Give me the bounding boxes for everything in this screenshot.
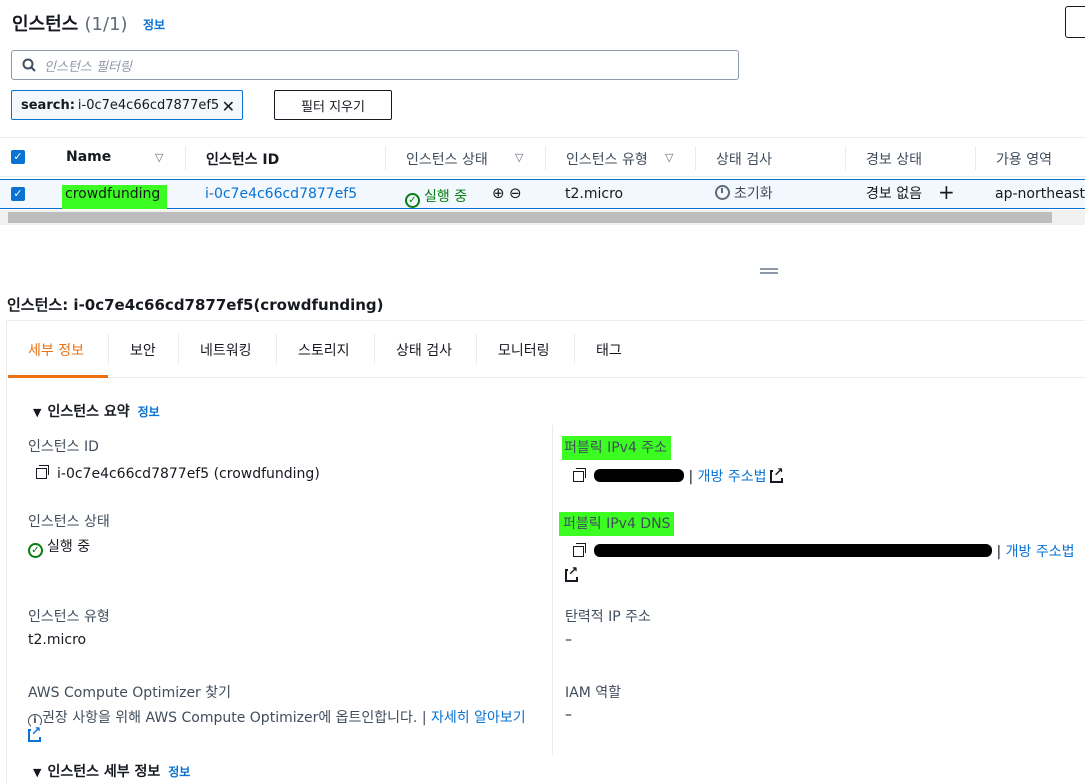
column-header-status-check[interactable]: 상태 검사 (716, 149, 772, 169)
table-row[interactable]: ✓ crowdfunding i-0c7e4c66cd7877ef5 ✓ 실행 중… (0, 179, 1085, 209)
state-label: 인스턴스 상태 (28, 514, 110, 530)
check-circle-icon: ✓ (28, 543, 43, 558)
public-dns-value: | 개방 주소법 (573, 541, 1074, 561)
info-link[interactable]: 정보 (138, 405, 160, 419)
type-label: 인스턴스 유형 (28, 609, 110, 625)
instance-count: (1/1) (84, 14, 128, 35)
public-dns-label: 퍼블릭 IPv4 DNS (559, 512, 675, 536)
instance-id-label: 인스턴스 ID (28, 439, 99, 455)
zoom-out-icon[interactable]: ⊖ (509, 184, 522, 202)
redacted-dns (594, 544, 992, 557)
token-value: i-0c7e4c66cd7877ef5 (77, 97, 220, 113)
redacted-ip (594, 469, 684, 482)
column-header-name[interactable]: Name (66, 149, 111, 165)
summary-section-title[interactable]: ▼ 인스턴스 요약 정보 (33, 401, 160, 421)
column-header-type[interactable]: 인스턴스 유형 (566, 149, 648, 169)
type-value: t2.micro (28, 632, 87, 648)
column-header-alarm[interactable]: 경보 상태 (866, 149, 922, 169)
row-checkbox[interactable]: ✓ (11, 187, 25, 201)
close-icon[interactable]: ✕ (222, 97, 235, 116)
copy-icon[interactable] (573, 543, 586, 557)
scrollbar-thumb[interactable] (8, 212, 1052, 223)
availability-zone: ap-northeast-2 (995, 186, 1085, 202)
sort-icon[interactable]: ▽ (515, 151, 523, 164)
alarm-status: 경보 없음 (866, 186, 922, 202)
sort-icon[interactable]: ▽ (665, 151, 673, 164)
state-value: ✓ 실행 중 (28, 536, 90, 558)
tab-security[interactable]: 보안 (130, 340, 156, 360)
column-header-az[interactable]: 가용 영역 (996, 149, 1052, 169)
open-address-link[interactable]: 개방 주소법 (1006, 544, 1075, 560)
filter-token: search: i-0c7e4c66cd7877ef5 ✕ (11, 90, 243, 120)
iam-label: IAM 역할 (565, 685, 621, 701)
iam-value: – (565, 707, 572, 723)
optimizer-label: AWS Compute Optimizer 찾기 (28, 685, 232, 701)
instance-id-link[interactable]: i-0c7e4c66cd7877ef5 (205, 186, 357, 202)
sort-icon[interactable]: ▽ (155, 151, 163, 164)
learn-more-link[interactable]: 자세히 알아보기 (431, 710, 526, 726)
clear-filters-button[interactable]: 필터 지우기 (274, 90, 392, 120)
info-link[interactable]: 정보 (168, 765, 190, 779)
eip-label: 탄력적 IP 주소 (565, 609, 651, 625)
resize-handle-icon[interactable] (760, 268, 778, 274)
select-all-checkbox[interactable]: ✓ (11, 150, 25, 164)
connect-button[interactable] (1065, 6, 1085, 38)
column-header-state[interactable]: 인스턴스 상태 (406, 149, 488, 169)
optimizer-text: i 권장 사항을 위해 AWS Compute Optimizer에 옵트인합니다… (28, 707, 526, 728)
add-alarm-icon[interactable]: + (938, 180, 955, 204)
status-check: 초기화 (715, 183, 773, 203)
copy-icon[interactable] (573, 468, 586, 482)
info-link[interactable]: 정보 (143, 16, 165, 33)
clock-icon (715, 185, 730, 200)
external-link-icon[interactable] (565, 565, 579, 584)
token-key: search: (21, 97, 75, 113)
search-placeholder: 인스턴스 필터링 (44, 59, 132, 75)
public-ip-value: | 개방 주소법 (573, 466, 784, 486)
check-circle-icon: ✓ (405, 193, 420, 208)
search-icon (22, 58, 36, 72)
details-section-title[interactable]: ▼ 인스턴스 세부 정보 정보 (33, 761, 190, 781)
caret-down-icon: ▼ (33, 406, 42, 419)
external-link-icon[interactable] (770, 466, 784, 483)
copy-icon[interactable] (36, 465, 49, 479)
tab-status-checks[interactable]: 상태 검사 (396, 340, 452, 360)
eip-value: – (565, 632, 572, 648)
zoom-in-icon[interactable]: ⊕ (492, 184, 505, 202)
tab-tags[interactable]: 태그 (596, 340, 622, 360)
active-tab-indicator (8, 375, 108, 378)
public-ip-label: 퍼블릭 IPv4 주소 (562, 436, 672, 460)
external-link-icon[interactable] (28, 725, 42, 744)
column-divider (552, 425, 553, 755)
page-title: 인스턴스 (1/1) (12, 14, 128, 35)
tab-monitoring[interactable]: 모니터링 (498, 340, 550, 360)
tab-details[interactable]: 세부 정보 (28, 340, 84, 360)
instance-name: crowdfunding (62, 185, 167, 209)
tab-networking[interactable]: 네트워킹 (200, 340, 252, 360)
panel-title: 인스턴스: i-0c7e4c66cd7877ef5(crowdfunding) (7, 296, 384, 314)
instance-id-value: i-0c7e4c66cd7877ef5 (crowdfunding) (36, 465, 320, 482)
caret-down-icon: ▼ (33, 766, 42, 779)
instance-state: ✓ 실행 중 (405, 186, 467, 208)
column-header-instance-id[interactable]: 인스턴스 ID (206, 149, 279, 169)
table-header: ✓ Name ▽ 인스턴스 ID 인스턴스 상태 ▽ 인스턴스 유형 ▽ 상태 … (0, 137, 1085, 177)
tab-storage[interactable]: 스토리지 (298, 340, 350, 360)
tab-bar: 세부 정보 보안 네트워킹 스토리지 상태 검사 모니터링 태그 (8, 322, 1085, 378)
open-address-link[interactable]: 개방 주소법 (698, 469, 767, 485)
instance-type: t2.micro (565, 186, 624, 202)
search-input[interactable]: 인스턴스 필터링 (11, 50, 739, 80)
